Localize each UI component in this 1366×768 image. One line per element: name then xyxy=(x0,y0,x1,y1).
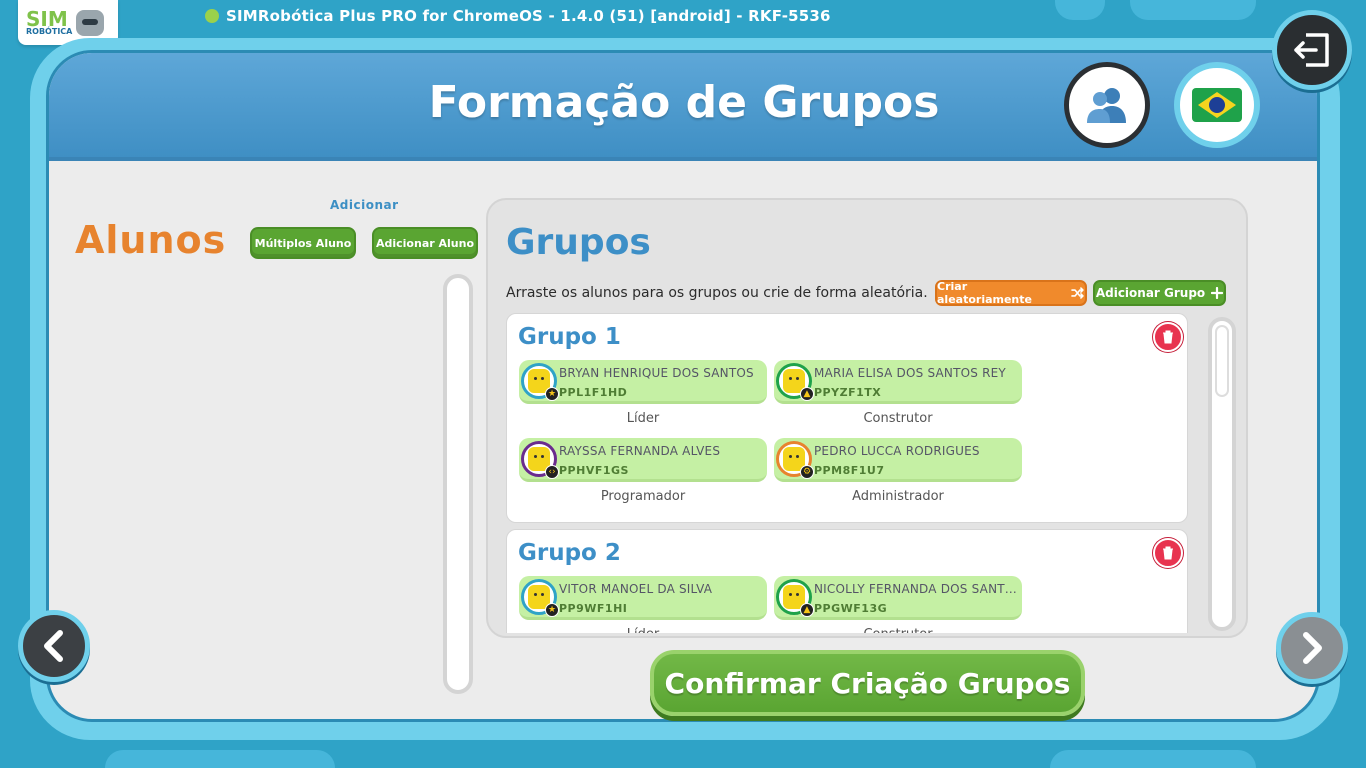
member-name: RAYSSA FERNANDA ALVES xyxy=(559,444,721,458)
member-code: PPHVF1GS xyxy=(559,464,629,477)
groups-title: Grupos xyxy=(506,222,651,263)
group-member[interactable]: ★ VITOR MANOEL DA SILVA PP9WF1HI Líder xyxy=(519,576,767,633)
groups-hint: Arraste os alunos para os grupos ou crie… xyxy=(506,285,928,301)
exit-icon xyxy=(1294,33,1329,67)
background-tab xyxy=(105,750,335,768)
background-tab xyxy=(1050,750,1256,768)
member-role: Administrador xyxy=(852,489,944,504)
hardhat-icon: ▲ xyxy=(800,603,814,617)
create-random-label: Criar aleatoriamente xyxy=(937,280,1032,306)
group-name: Grupo 2 xyxy=(518,540,621,566)
trash-icon xyxy=(1163,546,1173,560)
member-code: PPGWF13G xyxy=(814,602,888,615)
member-code: PPYZF1TX xyxy=(814,386,882,399)
member-name: NICOLLY FERNANDA DOS SANTOS xyxy=(814,582,1020,596)
group-member[interactable]: ‹› RAYSSA FERNANDA ALVES PPHVF1GS Progra… xyxy=(519,438,767,504)
member-role: Líder xyxy=(626,411,660,426)
exit-button[interactable] xyxy=(1272,10,1352,90)
code-icon: ‹› xyxy=(545,465,559,479)
member-name: BRYAN HENRIQUE DOS SANTOS xyxy=(559,366,754,380)
logo-text: SIM xyxy=(26,7,68,31)
member-code: PP9WF1HI xyxy=(559,602,628,615)
delete-group-button[interactable] xyxy=(1153,538,1183,568)
add-group-label: Adicionar Grupo xyxy=(1095,286,1206,300)
trash-icon xyxy=(1163,330,1173,344)
shuffle-icon xyxy=(1071,287,1084,299)
previous-button[interactable] xyxy=(18,610,90,682)
member-role: Construtor xyxy=(774,627,1022,633)
group-member[interactable]: ⚙ PEDRO LUCCA RODRIGUES PPM8F1U7 Adminis… xyxy=(774,438,1022,504)
member-name: PEDRO LUCCA RODRIGUES xyxy=(814,444,980,458)
app-titlebar: SIM ROBÓTICA SIMRobótica Plus PRO for Ch… xyxy=(0,0,1366,45)
students-scrollbar[interactable] xyxy=(443,274,473,694)
add-multiple-students-button[interactable]: Múltiplos Aluno xyxy=(250,227,356,259)
confirm-groups-button[interactable]: Confirmar Criação Grupos xyxy=(650,650,1085,716)
language-button[interactable] xyxy=(1174,62,1260,148)
star-icon: ★ xyxy=(545,387,559,401)
create-random-button[interactable]: Criar aleatoriamente xyxy=(935,280,1087,306)
star-icon: ★ xyxy=(545,603,559,617)
member-name: MARIA ELISA DOS SANTOS REY xyxy=(814,366,1006,380)
students-title: Alunos xyxy=(75,218,227,262)
member-role: Programador xyxy=(600,489,686,504)
next-button[interactable] xyxy=(1276,612,1348,684)
status-dot-icon xyxy=(205,9,219,23)
groups-list: Grupo 1 ★ BRYAN HENRIQUE DOS SANTOS PPL1… xyxy=(506,313,1190,633)
users-icon xyxy=(1087,88,1126,123)
group-member[interactable]: ★ BRYAN HENRIQUE DOS SANTOS PPL1F1HD Líd… xyxy=(519,360,767,426)
chevron-left-icon xyxy=(44,630,63,662)
users-button[interactable] xyxy=(1064,62,1150,148)
logo-subtext: ROBÓTICA xyxy=(26,27,73,36)
add-group-button[interactable]: Adicionar Grupo xyxy=(1093,280,1226,306)
group-card[interactable]: Grupo 2 ★ VITOR MANOEL DA SILVA PP9WF1HI… xyxy=(506,529,1188,633)
groups-scrollbar[interactable] xyxy=(1208,317,1236,631)
member-code: PPM8F1U7 xyxy=(814,464,885,477)
brazil-flag-icon xyxy=(1192,88,1242,122)
robot-icon xyxy=(76,9,105,36)
window-title-text: SIMRobótica Plus PRO for ChromeOS - 1.4.… xyxy=(226,7,831,25)
member-role: Líder xyxy=(519,627,767,633)
add-label: Adicionar xyxy=(330,198,399,212)
member-role: Construtor xyxy=(863,411,933,426)
group-member[interactable]: ▲ NICOLLY FERNANDA DOS SANTOS PPGWF13G C… xyxy=(774,576,1022,633)
scrollbar-thumb[interactable] xyxy=(1215,325,1229,397)
window-title: SIMRobótica Plus PRO for ChromeOS - 1.4.… xyxy=(205,7,831,25)
member-code: PPL1F1HD xyxy=(559,386,628,399)
chevron-right-icon xyxy=(1303,632,1322,664)
group-name: Grupo 1 xyxy=(518,324,621,350)
delete-group-button[interactable] xyxy=(1153,322,1183,352)
add-student-button[interactable]: Adicionar Aluno xyxy=(372,227,478,259)
hardhat-icon: ▲ xyxy=(800,387,814,401)
group-card[interactable]: Grupo 1 ★ BRYAN HENRIQUE DOS SANTOS PPL1… xyxy=(506,313,1188,523)
gear-icon: ⚙ xyxy=(800,465,814,479)
plus-icon xyxy=(1211,287,1224,299)
group-member[interactable]: ▲ MARIA ELISA DOS SANTOS REY PPYZF1TX Co… xyxy=(774,360,1022,426)
member-name: VITOR MANOEL DA SILVA xyxy=(559,582,713,596)
